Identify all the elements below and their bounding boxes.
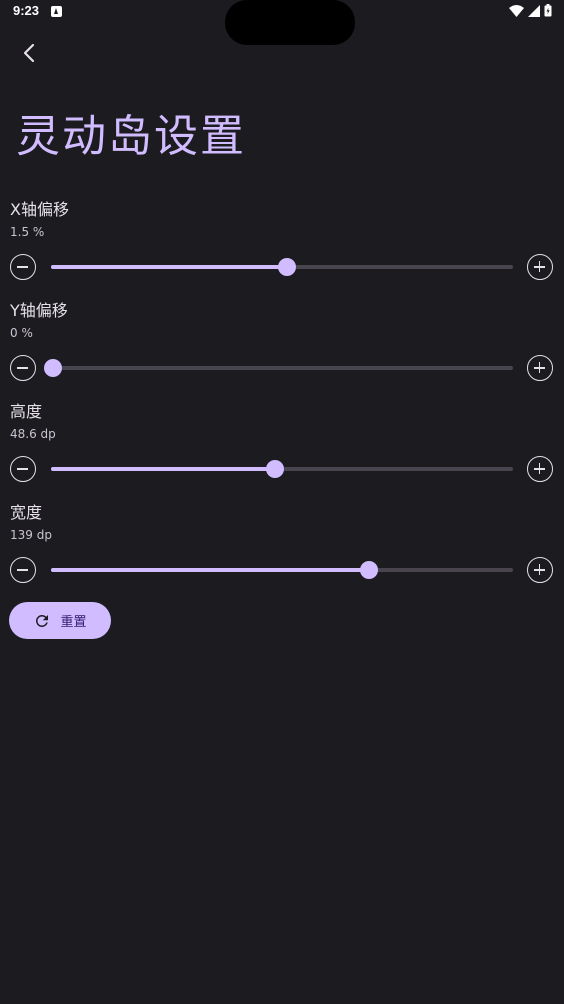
slider-track <box>51 366 513 370</box>
x-offset-slider[interactable] <box>51 256 513 278</box>
setting-x-offset: X轴偏移 1.5 % <box>0 196 564 297</box>
setting-value: 0 % <box>10 326 33 340</box>
decrease-button[interactable] <box>10 254 36 280</box>
width-slider[interactable] <box>51 559 513 581</box>
setting-height: 高度 48.6 dp <box>0 398 564 499</box>
signal-icon <box>528 4 540 17</box>
setting-value: 1.5 % <box>10 225 45 239</box>
wifi-icon <box>509 4 524 17</box>
slider-fill <box>51 467 276 471</box>
decrease-button[interactable] <box>10 456 36 482</box>
y-offset-slider[interactable] <box>44 357 513 379</box>
setting-label: 宽度 <box>10 503 43 522</box>
setting-value: 139 dp <box>10 528 52 542</box>
slider-fill <box>51 568 370 572</box>
slider-thumb[interactable] <box>266 460 285 478</box>
camera-cutout <box>225 0 355 45</box>
increase-button[interactable] <box>527 456 553 482</box>
increase-button[interactable] <box>527 557 553 583</box>
reset-label: 重置 <box>60 615 87 630</box>
status-icons <box>509 4 552 17</box>
decrease-button[interactable] <box>10 557 36 583</box>
battery-icon <box>544 4 552 17</box>
slider-thumb[interactable] <box>277 258 296 276</box>
page-title: 灵动岛设置 <box>16 111 246 162</box>
setting-label: Y轴偏移 <box>10 301 68 320</box>
increase-button[interactable] <box>527 254 553 280</box>
height-slider[interactable] <box>51 458 513 480</box>
refresh-icon <box>36 614 49 627</box>
notification-icon <box>51 6 62 17</box>
slider-fill <box>51 265 287 269</box>
decrease-button[interactable] <box>10 355 36 381</box>
status-time: 9:23 <box>13 3 40 18</box>
increase-button[interactable] <box>527 355 553 381</box>
setting-label: X轴偏移 <box>10 200 69 219</box>
setting-width: 宽度 139 dp <box>0 499 564 600</box>
setting-value: 48.6 dp <box>10 427 56 441</box>
back-button[interactable] <box>14 38 44 68</box>
setting-label: 高度 <box>10 402 43 421</box>
status-bar: 9:23 <box>0 0 564 45</box>
setting-y-offset: Y轴偏移 0 % <box>0 297 564 398</box>
arrow-back-icon <box>23 43 35 63</box>
slider-thumb[interactable] <box>44 359 62 377</box>
reset-button[interactable]: 重置 <box>9 602 111 639</box>
slider-thumb[interactable] <box>360 561 379 579</box>
